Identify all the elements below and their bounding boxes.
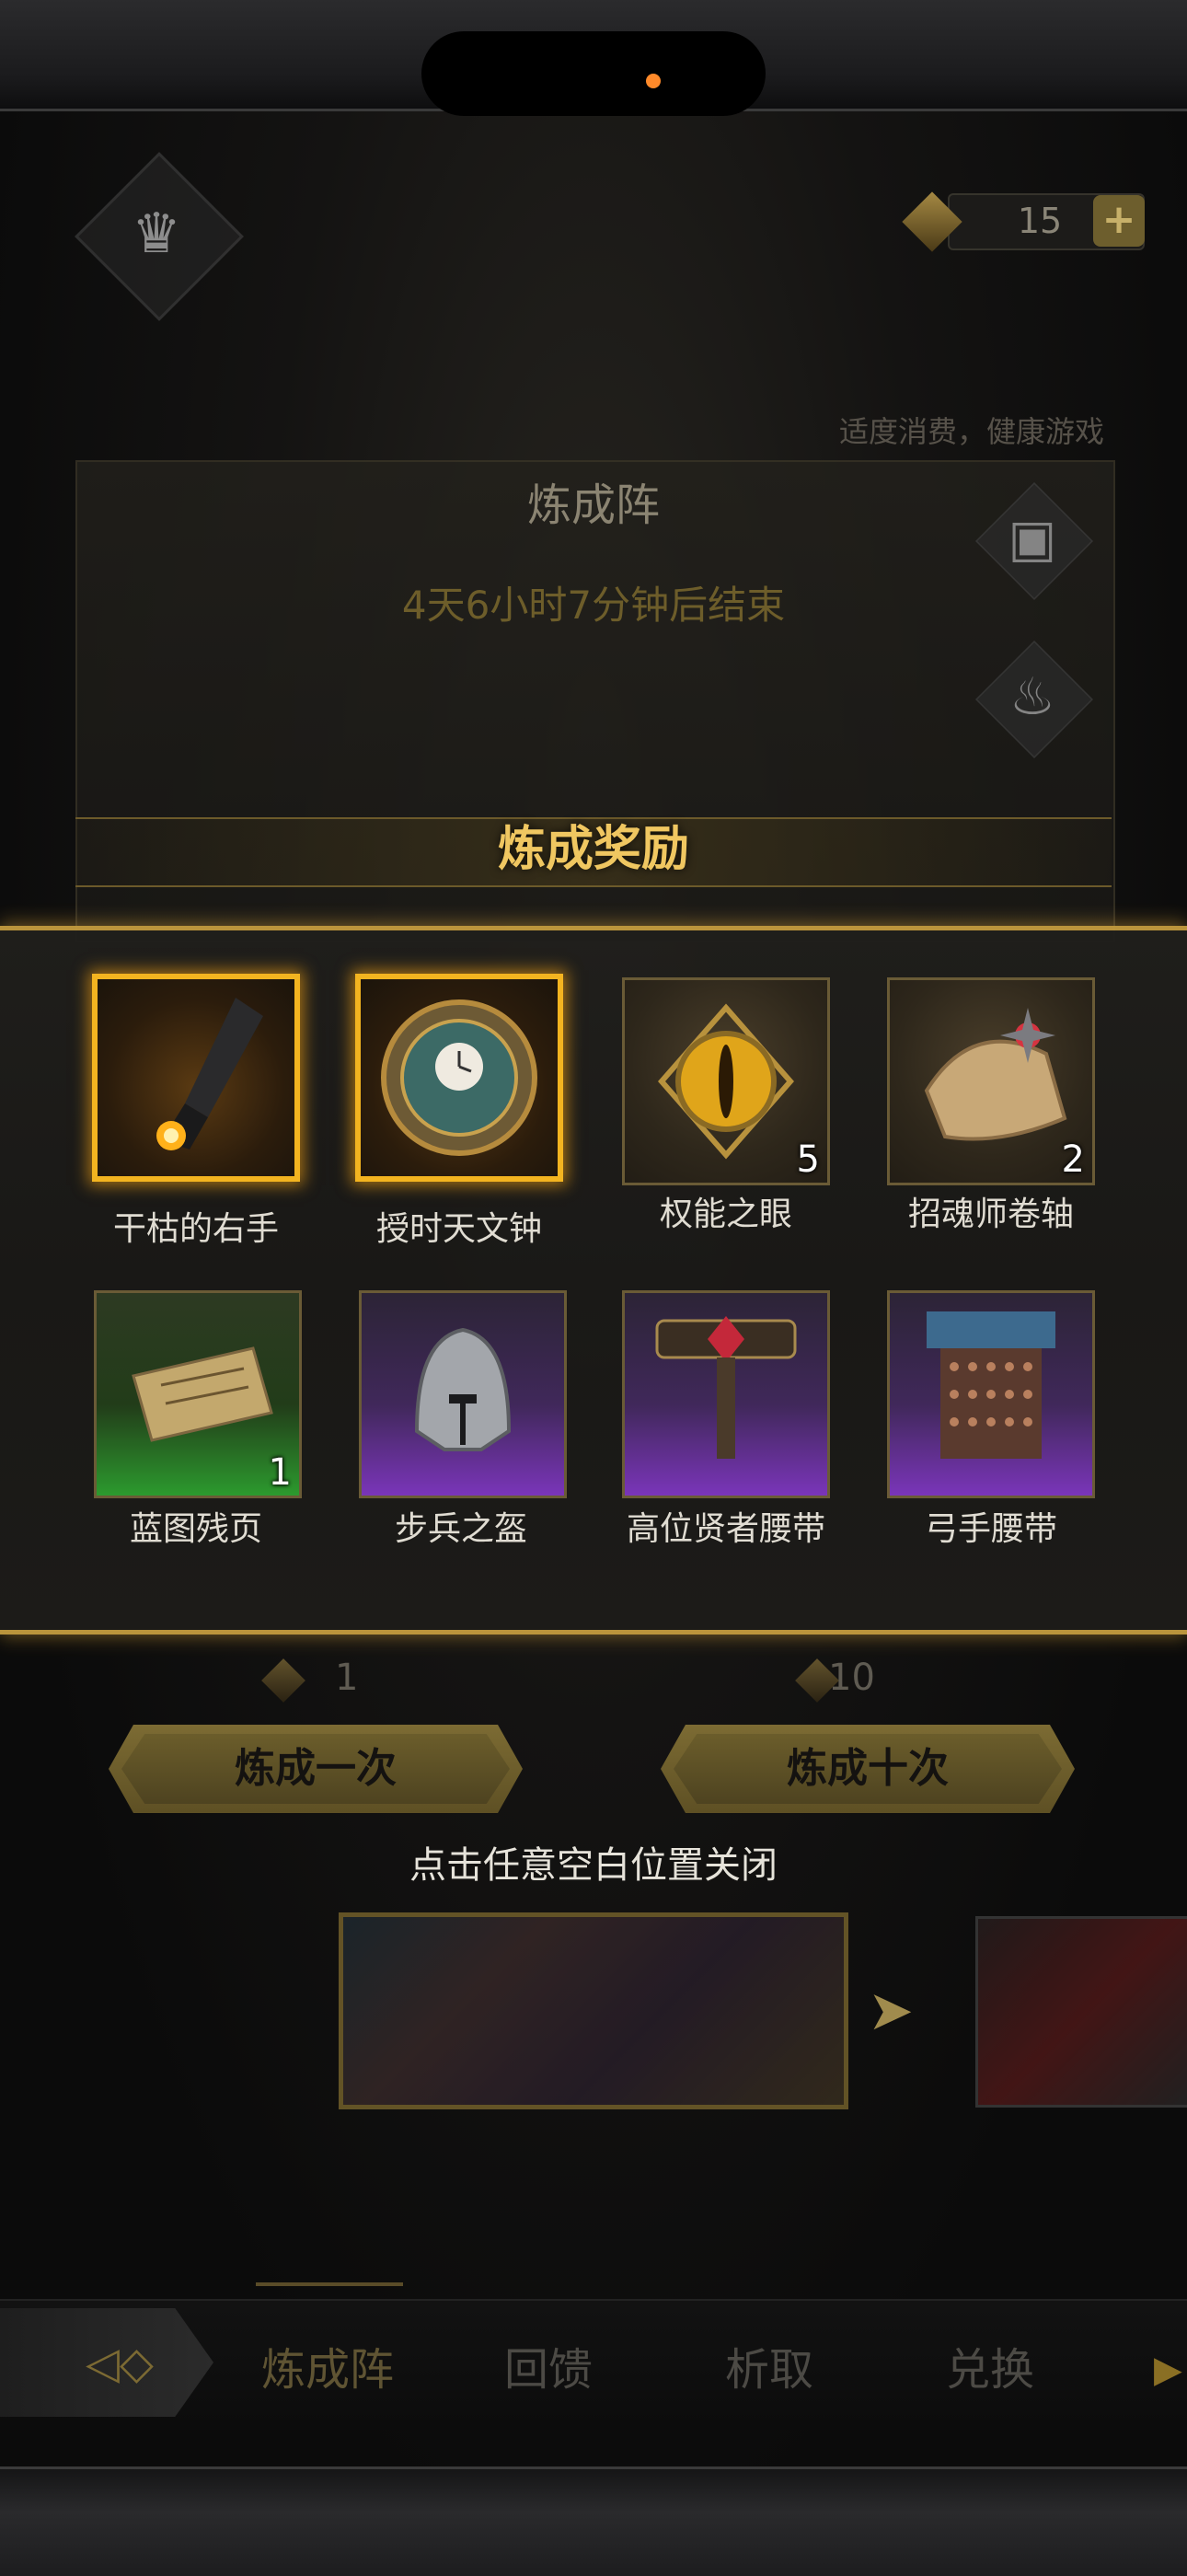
single-cost: 1 [335, 1657, 359, 1699]
nav-more-icon[interactable]: ▶ [1154, 2347, 1187, 2393]
tab-feedback[interactable]: 回馈 [456, 2338, 640, 2402]
infantry-helmet-icon [414, 1327, 512, 1451]
reward-item-label: 步兵之盔 [394, 1510, 527, 1548]
reward-item[interactable]: 1 [94, 1290, 302, 1498]
tab-exchange[interactable]: 兑换 [898, 2338, 1082, 2402]
camera-indicator [646, 74, 661, 88]
reward-item-label: 高位贤者腰带 [626, 1510, 825, 1548]
event-title: 炼成阵 [526, 479, 660, 531]
add-currency-button[interactable]: + [1093, 195, 1145, 247]
sage-belt-icon [655, 1316, 797, 1459]
close-hint: 点击任意空白位置关闭 [409, 1844, 778, 1887]
item-count: 1 [268, 1451, 292, 1494]
reward-item-label: 权能之眼 [659, 1196, 792, 1233]
reward-item-label: 授时天文钟 [375, 1210, 542, 1248]
reward-item[interactable] [887, 1290, 1095, 1498]
reward-item-label: 蓝图残页 [129, 1510, 262, 1548]
event-countdown: 4天6小时7分钟后结束 [401, 583, 786, 628]
item-count: 2 [1061, 1138, 1085, 1181]
tab-extract[interactable]: 析取 [677, 2338, 861, 2402]
reward-item[interactable] [92, 974, 300, 1182]
health-notice: 适度消费，健康游戏 [838, 414, 1104, 449]
event-banner[interactable] [339, 1912, 848, 2109]
pull-once-button[interactable]: 炼成一次 [109, 1725, 523, 1813]
pull-ten-button[interactable]: 炼成十次 [661, 1725, 1075, 1813]
bottom-frame [0, 2466, 1187, 2576]
ten-cost: 10 [828, 1657, 875, 1699]
item-count: 5 [796, 1138, 820, 1181]
withered-hand-icon [156, 998, 263, 1150]
reward-item[interactable]: 2 [887, 977, 1095, 1185]
reward-item[interactable]: 5 [622, 977, 830, 1185]
crown-icon: ♛ [132, 202, 181, 266]
reward-item[interactable] [622, 1290, 830, 1498]
astronomical-clock-icon [381, 999, 537, 1156]
hand-flame-icon: ♨ [1008, 667, 1056, 727]
reward-item[interactable] [355, 974, 563, 1182]
pull-once-label: 炼成一次 [235, 1745, 397, 1792]
reward-item-label: 招魂师卷轴 [907, 1196, 1074, 1233]
device-notch [421, 31, 766, 116]
archer-belt-icon [927, 1311, 1055, 1459]
event-banner-next[interactable] [975, 1916, 1187, 2108]
pull-ten-label: 炼成十次 [787, 1745, 949, 1792]
chest-icon: ▣ [1008, 509, 1057, 569]
tab-alchemy-circle[interactable]: 炼成阵 [236, 2338, 420, 2402]
banner-arrow-icon[interactable]: ➤ [863, 1979, 918, 2043]
currency-amount: 15 [1017, 201, 1063, 241]
reward-item[interactable] [359, 1290, 567, 1498]
reward-title: 炼成奖励 [497, 822, 689, 877]
reward-item-label: 干枯的右手 [112, 1210, 279, 1248]
nav-active-indicator [256, 2282, 403, 2286]
back-arrow-icon: ◁◇ [86, 2338, 154, 2389]
reward-item-label: 弓手腰带 [924, 1510, 1057, 1548]
